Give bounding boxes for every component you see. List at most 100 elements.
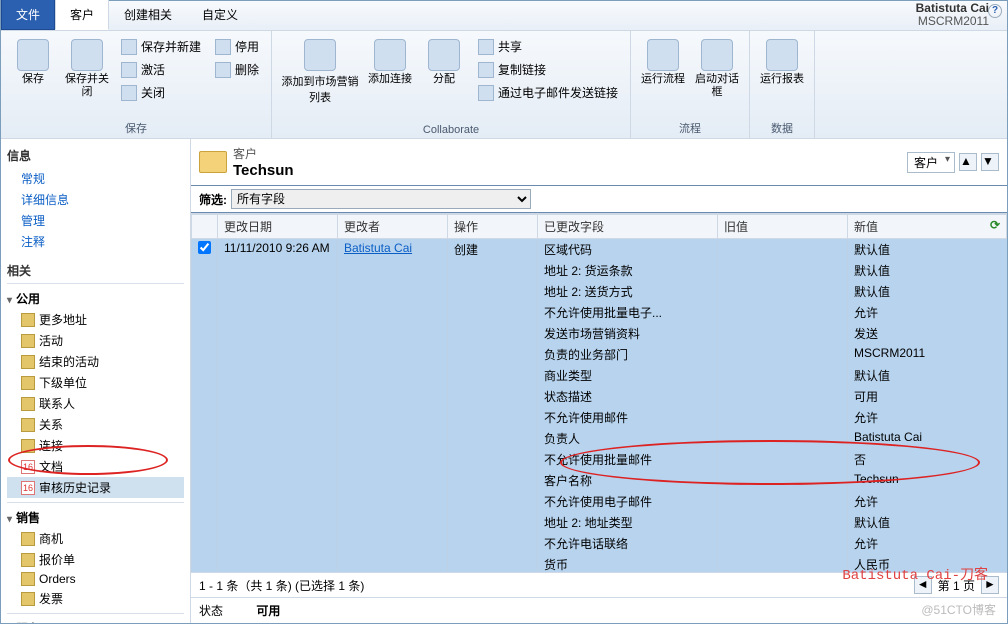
list-icon [304,39,336,71]
tab-customer[interactable]: 客户 [55,0,109,30]
table-row[interactable]: 发送市场营销资料 发送 [192,323,1007,344]
cell-old [718,533,848,554]
audit-grid[interactable]: 更改日期 更改者 操作 已更改字段 旧值 新值⟳ 11/11/2010 9:26… [191,213,1007,572]
table-row[interactable]: 地址 2: 送货方式 默认值 [192,281,1007,302]
activate-icon [121,62,137,78]
table-row[interactable]: 不允许使用电子邮件 允许 [192,491,1007,512]
cell-old [718,554,848,572]
table-row[interactable]: 不允许使用批量电子... 允许 [192,302,1007,323]
connection-icon [21,439,35,453]
cell-field: 不允许电话联络 [538,533,718,554]
col-new[interactable]: 新值⟳ [848,215,1007,239]
activate-button[interactable]: 激活 [117,60,205,79]
invoice-icon [21,592,35,606]
nav-more-addresses[interactable]: 更多地址 [7,309,184,330]
nav-service-header[interactable]: 服务 [7,620,184,623]
table-row[interactable]: 负责的业务部门 MSCRM2011 [192,344,1007,365]
table-row[interactable]: 负责人 Batistuta Cai [192,428,1007,449]
save-close-button[interactable]: 保存并关闭 [63,35,111,118]
copy-link-button[interactable]: 复制链接 [474,60,622,79]
table-row[interactable]: 状态描述 可用 [192,386,1007,407]
add-connection-button[interactable]: 添加连接 [366,35,414,122]
nav-admin[interactable]: 管理 [7,210,184,231]
chevron-down-icon [7,622,12,624]
cell-new: 发送 [848,323,1007,344]
table-row[interactable]: 11/11/2010 9:26 AM Batistuta Cai 创建 区域代码… [192,239,1007,261]
table-row[interactable]: 客户名称 Techsun [192,470,1007,491]
nav-note[interactable]: 注释 [7,231,184,252]
add-marketing-list-button[interactable]: 添加到市场营销列表 [280,35,360,122]
table-row[interactable]: 不允许使用批量邮件 否 [192,449,1007,470]
cell-field: 客户名称 [538,470,718,491]
ribbon-group-collab: Collaborate [280,122,622,136]
report-icon [766,39,798,71]
breadcrumb: 客户 [233,145,294,162]
nav-general[interactable]: 常规 [7,168,184,189]
nav-closed-activities[interactable]: 结束的活动 [7,351,184,372]
filter-select[interactable]: 所有字段 [231,189,531,209]
cell-field: 不允许使用邮件 [538,407,718,428]
cell-by-link[interactable]: Batistuta Cai [344,241,412,255]
cell-old [718,365,848,386]
nav-activities[interactable]: 活动 [7,330,184,351]
nav-detail[interactable]: 详细信息 [7,189,184,210]
table-row[interactable]: 商业类型 默认值 [192,365,1007,386]
run-report-button[interactable]: 运行报表 [758,35,806,118]
cell-old [718,407,848,428]
table-row[interactable]: 地址 2: 货运条款 默认值 [192,260,1007,281]
nav-invoices[interactable]: 发票 [7,588,184,609]
nav-documents[interactable]: 16文档 [7,456,184,477]
col-op[interactable]: 操作 [448,215,538,239]
nav-relationships[interactable]: 关系 [7,414,184,435]
col-old[interactable]: 旧值 [718,215,848,239]
nav-opportunities[interactable]: 商机 [7,528,184,549]
row-checkbox[interactable] [198,241,211,254]
delete-icon [215,62,231,78]
nav-audit-history[interactable]: 16审核历史记录 [7,477,184,498]
email-link-button[interactable]: 通过电子邮件发送链接 [474,83,622,102]
cell-old [718,281,848,302]
share-button[interactable]: 共享 [474,37,622,56]
nav-subunits[interactable]: 下级单位 [7,372,184,393]
nav-contacts[interactable]: 联系人 [7,393,184,414]
col-field[interactable]: 已更改字段 [538,215,718,239]
save-icon [17,39,49,71]
tab-file[interactable]: 文件 [1,0,55,30]
copy-link-icon [478,62,494,78]
nav-sales-header[interactable]: 销售 [7,509,184,526]
deactivate-button[interactable]: 停用 [211,37,263,56]
nav-quotes[interactable]: 报价单 [7,549,184,570]
run-workflow-button[interactable]: 运行流程 [639,35,687,118]
dialog-icon [701,39,733,71]
nav-up-button[interactable]: ▲ [959,153,977,171]
col-date[interactable]: 更改日期 [218,215,338,239]
nav-connections[interactable]: 连接 [7,435,184,456]
table-row[interactable]: 不允许电话联络 允许 [192,533,1007,554]
delete-button[interactable]: 删除 [211,60,263,79]
save-new-button[interactable]: 保存并新建 [117,37,205,56]
folder-icon [199,151,227,173]
nav-orders[interactable]: Orders [7,570,184,588]
cell-old [718,302,848,323]
watermark-source: @51CTO博客 [921,601,996,618]
cell-field: 地址 2: 货运条款 [538,260,718,281]
help-icon[interactable]: ? [988,4,1002,18]
nav-public-header[interactable]: 公用 [7,290,184,307]
workflow-icon [647,39,679,71]
table-row[interactable]: 不允许使用邮件 允许 [192,407,1007,428]
cell-new: 允许 [848,491,1007,512]
nav-down-button[interactable]: ▼ [981,153,999,171]
start-dialog-button[interactable]: 启动对话框 [693,35,741,118]
assign-button[interactable]: 分配 [420,35,468,122]
col-by[interactable]: 更改者 [338,215,448,239]
save-button[interactable]: 保存 [9,35,57,118]
tab-create-related[interactable]: 创建相关 [109,0,187,30]
table-row[interactable]: 地址 2: 地址类型 默认值 [192,512,1007,533]
ribbon: 保存 保存并关闭 保存并新建 激活 关闭 停用 删除 保存 添加到市场营销列表 … [1,31,1007,139]
tab-customize[interactable]: 自定义 [187,0,253,30]
cell-new: 默认值 [848,260,1007,281]
close-button[interactable]: 关闭 [117,83,205,102]
view-selector[interactable]: 客户 [907,152,955,173]
status-label: 状态 [199,604,223,618]
refresh-icon[interactable]: ⟳ [990,218,1000,232]
